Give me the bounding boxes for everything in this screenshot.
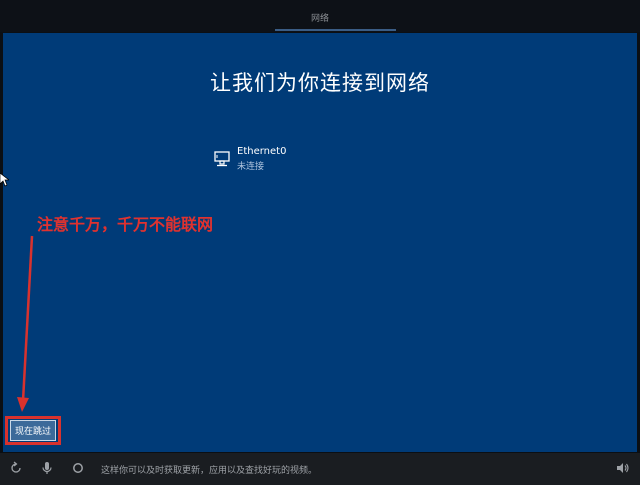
bottom-hint-text: 这样你可以及时获取更新，应用以及查找好玩的视频。 xyxy=(101,466,318,476)
accessibility-icon[interactable] xyxy=(9,461,23,475)
ethernet-icon xyxy=(214,151,230,167)
top-bar-indicator xyxy=(275,29,396,31)
top-bar-title: 网络 xyxy=(310,14,329,24)
oobe-screen: 网络 让我们为你连接到网络 Ethernet0 未连接 注意千万，千万不能联网 … xyxy=(0,0,640,485)
network-status: 未连接 xyxy=(237,162,265,172)
bottom-bar xyxy=(0,453,640,485)
warning-annotation: 注意千万，千万不能联网 xyxy=(37,215,214,234)
page-title: 让我们为你连接到网络 xyxy=(210,71,430,95)
volume-icon[interactable] xyxy=(616,461,630,475)
network-item-ethernet0[interactable]: Ethernet0 未连接 xyxy=(214,145,334,172)
top-bar: 网络 xyxy=(0,0,640,32)
cortana-icon[interactable] xyxy=(71,461,85,475)
skip-now-button[interactable]: 现在跳过 xyxy=(10,420,56,441)
microphone-icon[interactable] xyxy=(40,461,54,475)
mouse-cursor-icon xyxy=(0,173,9,187)
network-name: Ethernet0 xyxy=(237,146,287,157)
